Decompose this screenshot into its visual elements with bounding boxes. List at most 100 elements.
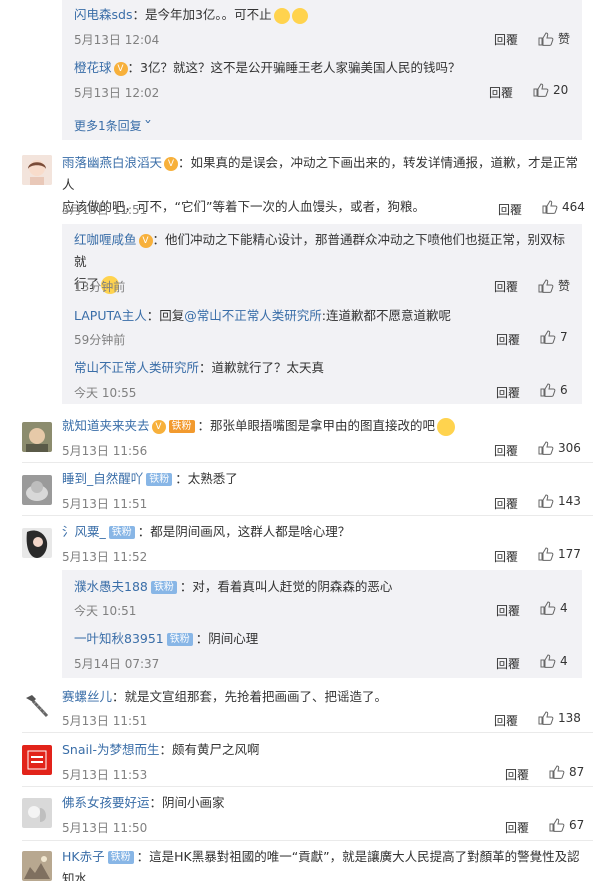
like-button[interactable]: 464 <box>542 200 585 214</box>
reply-button[interactable]: 回覆 <box>494 712 518 729</box>
comment-text: ：道歉就行了？太天真 <box>199 360 325 375</box>
timestamp: 5月13日 12:02 <box>74 86 160 100</box>
reply-button[interactable]: 回覆 <box>505 766 529 783</box>
avatar[interactable] <box>22 745 52 775</box>
reply-button[interactable]: 回覆 <box>498 201 522 218</box>
like-button[interactable]: 赞 <box>538 30 570 47</box>
like-count: 4 <box>560 654 568 668</box>
fan-badge: 铁粉 <box>146 473 173 486</box>
comment-text: ：就是文宣组那套，先抢着把画画了、把谣造了。 <box>112 689 388 704</box>
timestamp: 5月13日 11:50 <box>62 821 148 835</box>
reply-button[interactable]: 回覆 <box>494 548 518 565</box>
timestamp: 5月13日 11:52 <box>62 550 148 564</box>
like-button[interactable]: 4 <box>540 654 568 668</box>
fan-badge: 铁粉 <box>168 420 195 433</box>
fan-badge: 铁粉 <box>166 633 193 646</box>
avatar[interactable] <box>22 475 52 505</box>
like-count: 177 <box>558 547 581 561</box>
like-button[interactable]: 177 <box>538 547 581 561</box>
user-name[interactable]: 佛系女孩要好运 <box>62 795 150 810</box>
user-name[interactable]: 橙花球 <box>74 60 112 75</box>
like-button[interactable]: 4 <box>540 601 568 615</box>
user-name[interactable]: 濮水愚夫188 <box>74 579 148 594</box>
user-name[interactable]: 赛螺丝儿 <box>62 689 112 704</box>
comment-item: Snail-为梦想而生：颇有黄尸之风啊 <box>62 739 260 761</box>
reply-item: LAPUTA主人：回复@常山不正常人类研究所:连道歉都不愿意道歉呢 <box>74 305 451 327</box>
like-count: 7 <box>560 330 568 344</box>
user-name[interactable]: 一叶知秋83951 <box>74 631 164 646</box>
avatar[interactable] <box>22 692 52 722</box>
vip-icon: V <box>138 233 153 248</box>
avatar[interactable] <box>22 155 52 185</box>
comment-item: 就知道夹来夹去 V 铁粉 ：那张单眼捂嘴图是拿甲由的图直接改的吧 <box>62 415 456 437</box>
like-count: 20 <box>553 83 569 97</box>
comment-item: 氵风粟_ 铁粉 ：都是阴间画风，这群人都是啥心理？ <box>62 521 350 543</box>
like-count: 464 <box>562 200 585 214</box>
more-replies-link[interactable]: 更多1条回复 ˅ <box>74 117 153 134</box>
vip-icon: V <box>164 156 179 171</box>
divider <box>22 515 593 516</box>
user-name[interactable]: 常山不正常人类研究所 <box>74 360 199 375</box>
like-button[interactable]: 143 <box>538 494 581 508</box>
like-button[interactable]: 87 <box>549 765 584 779</box>
avatar[interactable] <box>22 798 52 828</box>
reply-item: 常山不正常人类研究所：道歉就行了？太天真 <box>74 357 324 379</box>
mention-link[interactable]: @常山不正常人类研究所 <box>184 308 322 323</box>
reply-button[interactable]: 回覆 <box>496 384 520 401</box>
like-button[interactable]: 20 <box>533 83 568 97</box>
reply-button[interactable]: 回覆 <box>496 655 520 672</box>
reply-item: 濮水愚夫188 铁粉 ：对，看着真叫人赶觉的阴森森的恶心 <box>74 576 392 598</box>
timestamp: 5月13日 11:51 <box>62 203 148 217</box>
like-button[interactable]: 6 <box>540 383 568 397</box>
thumbs-up-icon <box>549 765 565 779</box>
reply-button[interactable]: 回覆 <box>489 84 513 101</box>
like-count: 67 <box>569 818 585 832</box>
thumbs-up-icon <box>538 31 554 46</box>
user-name[interactable]: 闪电森sds <box>74 7 132 22</box>
reply-button[interactable]: 回覆 <box>494 495 518 512</box>
reply-button[interactable]: 回覆 <box>505 819 529 836</box>
user-name[interactable]: HK赤子 <box>62 849 105 864</box>
avatar[interactable] <box>22 851 52 881</box>
user-name[interactable]: 睡到_自然醒吖 <box>62 471 143 486</box>
thumbs-up-icon <box>540 383 556 397</box>
comment-text: ：颇有黄尸之风啊 <box>159 742 260 757</box>
fan-badge: 铁粉 <box>108 526 135 539</box>
reply-button[interactable]: 回覆 <box>494 278 518 295</box>
comment-item: HK赤子 铁粉 ：這是HK黑暴對祖國的唯一“貢獻”，就是讓廣大人民提高了對顏革的警覺… <box>62 846 582 881</box>
avatar[interactable] <box>22 422 52 452</box>
like-button[interactable]: 306 <box>538 441 581 455</box>
like-button[interactable]: 7 <box>540 330 568 344</box>
chevron-down-icon: ˅ <box>144 119 153 133</box>
user-name[interactable]: LAPUTA主人 <box>74 308 147 323</box>
divider <box>22 732 593 733</box>
user-name[interactable]: Snail-为梦想而生 <box>62 742 159 757</box>
vip-icon: V <box>113 61 128 76</box>
emoji-icon <box>273 7 290 24</box>
timestamp: 今天 10:51 <box>74 604 137 618</box>
user-name[interactable]: 雨落幽燕白浪滔天 <box>62 155 162 170</box>
reply-button[interactable]: 回覆 <box>496 331 520 348</box>
reply-button[interactable]: 回覆 <box>494 31 518 48</box>
timestamp: 今天 10:55 <box>74 386 137 400</box>
reply-button[interactable]: 回覆 <box>494 442 518 459</box>
like-count: 306 <box>558 441 581 455</box>
like-button[interactable]: 67 <box>549 818 584 832</box>
comment-text: ：回复 <box>146 308 185 323</box>
thumbs-up-icon <box>542 200 558 214</box>
like-button[interactable]: 138 <box>538 711 581 725</box>
timestamp: 59分钟前 <box>74 333 126 347</box>
comment-text: ：這是HK黑暴對祖國的唯一“貢獻”，就是讓廣大人民提高了對顏革的警覺性及認知水 <box>62 849 580 881</box>
user-name[interactable]: 红咖喱咸鱼 <box>74 232 137 247</box>
avatar[interactable] <box>22 528 52 558</box>
reply-button[interactable]: 回覆 <box>496 602 520 619</box>
divider <box>22 840 593 841</box>
user-name[interactable]: 就知道夹来夹去 <box>62 418 150 433</box>
thumbs-up-icon <box>538 711 554 725</box>
comment-item: 赛螺丝儿：就是文宣组那套，先抢着把画画了、把谣造了。 <box>62 686 387 708</box>
user-name[interactable]: 氵风粟_ <box>62 524 106 539</box>
like-button[interactable]: 赞 <box>538 277 570 294</box>
timestamp: 5月13日 12:04 <box>74 33 160 47</box>
comment-text: ：3亿？就这？这不是公开骗睡王老人家骗美国人民的钱吗？ <box>127 60 461 75</box>
vip-icon: V <box>151 419 166 434</box>
